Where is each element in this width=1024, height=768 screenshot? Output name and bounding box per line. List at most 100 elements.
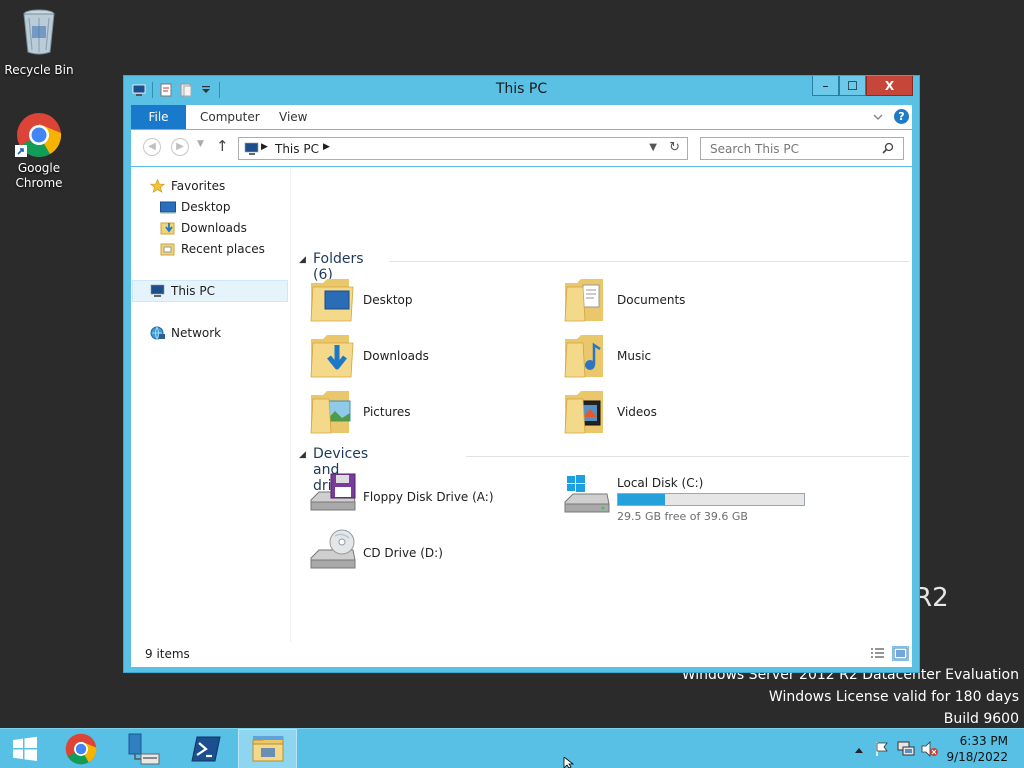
drive-tile-floppy[interactable]: Floppy Disk Drive (A:) xyxy=(309,472,549,524)
folder-label: Music xyxy=(617,349,652,363)
forward-button[interactable]: ▶ xyxy=(171,138,189,156)
this-pc-icon xyxy=(150,284,166,304)
drive-label: CD Drive (D:) xyxy=(363,546,443,560)
folder-label: Pictures xyxy=(363,405,411,419)
tiles-view-button[interactable] xyxy=(892,646,909,661)
network-tray-icon[interactable] xyxy=(897,741,915,760)
drive-tile-cd[interactable]: CD Drive (D:) xyxy=(309,528,549,580)
folder-label: Videos xyxy=(617,405,657,419)
mouse-cursor-icon xyxy=(563,757,575,768)
desktop-icon xyxy=(160,200,176,220)
title-bar[interactable]: This PC – ☐ X xyxy=(124,76,919,104)
search-placeholder: Search This PC xyxy=(710,142,799,156)
network-icon xyxy=(150,326,166,346)
watermark-line-3: Build 9600 xyxy=(943,711,1019,727)
taskbar-chrome-button[interactable] xyxy=(51,729,110,768)
view-switcher xyxy=(869,646,909,661)
videos-folder-icon xyxy=(563,387,609,440)
documents-folder-icon xyxy=(563,275,609,328)
window-title: This PC xyxy=(495,81,548,97)
nav-desktop-label: Desktop xyxy=(181,200,231,214)
floppy-drive-icon xyxy=(309,472,357,519)
chrome-desktop-shortcut[interactable]: Google Chrome xyxy=(0,112,78,191)
recent-locations-dropdown-icon[interactable]: ▼ xyxy=(197,139,204,149)
address-history-chevron-icon[interactable]: ▼ xyxy=(649,142,657,153)
music-folder-icon xyxy=(563,331,609,384)
close-button[interactable]: X xyxy=(866,76,913,96)
folder-tile-desktop[interactable]: Desktop xyxy=(309,275,549,327)
breadcrumb-separator-icon[interactable]: ▶ xyxy=(261,142,268,152)
clock[interactable]: 6:33 PM 9/18/2022 xyxy=(946,733,1008,765)
nav-downloads-label: Downloads xyxy=(181,221,247,235)
maximize-icon: ☐ xyxy=(847,78,858,93)
chevron-up-icon xyxy=(855,748,863,753)
explorer-window: This PC – ☐ X File Computer View ? ◀ ▶ ▼… xyxy=(123,75,920,673)
search-icon[interactable] xyxy=(882,142,894,154)
tab-computer[interactable]: Computer xyxy=(200,105,260,129)
folder-tile-music[interactable]: Music xyxy=(563,331,803,383)
taskbar-server-manager-button[interactable] xyxy=(114,729,173,768)
breadcrumb-separator-icon[interactable]: ▶ xyxy=(323,142,330,152)
drive-tile-local-disk-c[interactable]: Local Disk (C:) 29.5 GB free of 39.6 GB xyxy=(563,472,813,524)
close-icon: X xyxy=(884,78,895,93)
file-explorer-icon xyxy=(252,736,283,762)
folder-tile-videos[interactable]: Videos xyxy=(563,387,803,439)
nav-network-label: Network xyxy=(171,326,222,340)
start-button[interactable] xyxy=(0,729,50,768)
server-manager-icon xyxy=(128,733,159,765)
minimize-button[interactable]: – xyxy=(812,76,839,96)
folder-label: Downloads xyxy=(363,349,429,363)
search-box[interactable]: Search This PC xyxy=(700,137,904,160)
status-bar: 9 items xyxy=(131,642,912,667)
maximize-button[interactable]: ☐ xyxy=(839,76,866,96)
this-pc-icon xyxy=(244,142,259,155)
taskbar: 6:33 PM 9/18/2022 xyxy=(0,728,1024,768)
minimize-icon: – xyxy=(822,78,829,93)
volume-muted-icon[interactable] xyxy=(921,741,939,760)
action-center-flag-icon[interactable] xyxy=(874,741,890,760)
breadcrumb-this-pc[interactable]: This PC xyxy=(275,142,319,156)
expand-ribbon-chevron-icon[interactable] xyxy=(872,111,884,123)
recent-places-icon xyxy=(160,242,176,262)
taskbar-file-explorer-button[interactable] xyxy=(238,729,297,768)
recycle-bin-desktop-icon[interactable]: Recycle Bin xyxy=(0,6,78,78)
back-button[interactable]: ◀ xyxy=(143,138,161,156)
clock-time: 6:33 PM xyxy=(959,734,1008,748)
collapse-triangle-icon[interactable]: ◢ xyxy=(299,255,306,265)
windows-start-icon xyxy=(13,736,37,761)
shortcut-arrow-icon xyxy=(15,145,27,157)
navigation-pane: Favorites Desktop Downloads Recent place… xyxy=(131,167,291,642)
chrome-icon xyxy=(15,112,62,158)
item-count: 9 items xyxy=(145,647,190,661)
details-view-icon xyxy=(871,648,884,658)
clock-date: 9/18/2022 xyxy=(946,750,1008,764)
nav-this-pc-label: This PC xyxy=(171,284,215,298)
address-bar[interactable]: ▶ This PC ▶ ▼ ↻ xyxy=(238,137,688,160)
refresh-icon[interactable]: ↻ xyxy=(669,140,680,155)
details-view-button[interactable] xyxy=(869,646,886,661)
recycle-bin-icon xyxy=(0,6,78,60)
cd-drive-icon xyxy=(309,528,357,575)
taskbar-powershell-button[interactable] xyxy=(176,729,235,768)
tab-file[interactable]: File xyxy=(131,105,186,129)
explorer-content: Favorites Desktop Downloads Recent place… xyxy=(131,167,912,667)
folder-tile-downloads[interactable]: Downloads xyxy=(309,331,549,383)
folder-tile-pictures[interactable]: Pictures xyxy=(309,387,549,439)
folder-tile-documents[interactable]: Documents xyxy=(563,275,803,327)
star-icon xyxy=(149,178,166,199)
watermark-line-2: Windows License valid for 180 days xyxy=(768,689,1019,705)
collapse-triangle-icon[interactable]: ◢ xyxy=(299,450,306,460)
address-toolbar: ◀ ▶ ▼ ↑ ▶ This PC ▶ ▼ ↻ Search This PC xyxy=(131,130,912,166)
help-button[interactable]: ? xyxy=(894,109,909,124)
chrome-icon xyxy=(65,733,96,765)
up-arrow-icon[interactable]: ↑ xyxy=(216,137,229,155)
group-divider xyxy=(466,456,909,457)
tab-view[interactable]: View xyxy=(279,105,307,129)
pictures-folder-icon xyxy=(309,387,355,440)
drive-free-space: 29.5 GB free of 39.6 GB xyxy=(617,510,748,523)
group-divider xyxy=(389,261,909,262)
folder-label: Documents xyxy=(617,293,686,307)
powershell-icon xyxy=(190,736,221,762)
show-hidden-icons-button[interactable] xyxy=(854,743,864,757)
nav-favorites-label: Favorites xyxy=(171,179,226,193)
